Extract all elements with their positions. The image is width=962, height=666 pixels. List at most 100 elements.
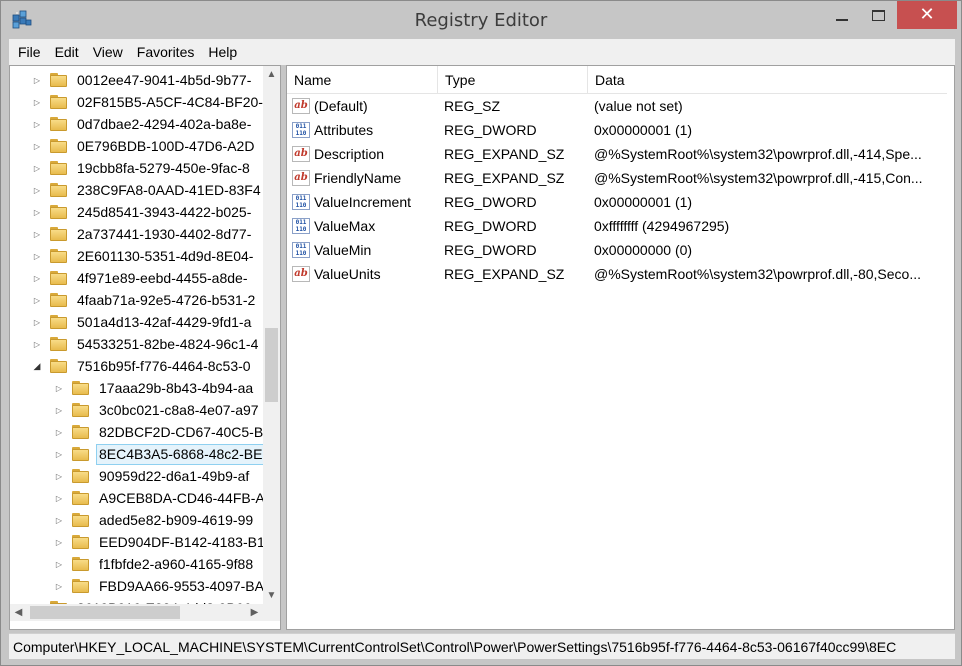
- list-header: Name Type Data: [287, 66, 947, 94]
- menu-favorites[interactable]: Favorites: [130, 39, 202, 65]
- value-row[interactable]: 011 110 ValueIncrement REG_DWORD 0x00000001…: [287, 190, 947, 214]
- value-name: ValueIncrement: [314, 194, 412, 210]
- tree-item[interactable]: ▷ f1fbfde2-a960-4165-9f88: [10, 553, 263, 575]
- title-bar[interactable]: Registry Editor ✕: [1, 1, 961, 39]
- expand-arrow-icon[interactable]: ▷: [32, 311, 42, 333]
- expand-arrow-icon[interactable]: ▷: [54, 399, 64, 421]
- tree-item[interactable]: ▷ 4faab71a-92e5-4726-b531-2: [10, 289, 263, 311]
- menu-edit[interactable]: Edit: [48, 39, 86, 65]
- value-row[interactable]: ab ValueUnits REG_EXPAND_SZ @%SystemRoot%\s…: [287, 262, 947, 286]
- value-row[interactable]: ab FriendlyName REG_EXPAND_SZ @%SystemRoot%…: [287, 166, 947, 190]
- expand-arrow-icon[interactable]: ▷: [54, 531, 64, 553]
- tree-item[interactable]: ◢ 7516b95f-f776-4464-8c53-0: [10, 355, 263, 377]
- value-row[interactable]: 011 110 ValueMin REG_DWORD 0x00000000 (0): [287, 238, 947, 262]
- value-type-cell: REG_DWORD: [444, 194, 537, 210]
- scroll-up-icon[interactable]: ▲: [263, 66, 280, 83]
- folder-icon: [72, 469, 90, 483]
- tree-item[interactable]: ▷ EED904DF-B142-4183-B1: [10, 531, 263, 553]
- tree-item[interactable]: ▷8619B916-E004-4dd8-9B66-: [10, 597, 263, 604]
- tree-item[interactable]: ▷ 4f971e89-eebd-4455-a8de-: [10, 267, 263, 289]
- folder-icon: [50, 249, 68, 263]
- folder-icon: [50, 227, 68, 241]
- tree-item[interactable]: ▷ 238C9FA8-0AAD-41ED-83F4: [10, 179, 263, 201]
- tree-item[interactable]: ▷ 501a4d13-42af-4429-9fd1-a: [10, 311, 263, 333]
- value-name-cell: 011 110 ValueMin: [287, 242, 438, 258]
- expand-arrow-icon[interactable]: ▷: [54, 575, 64, 597]
- scroll-right-icon[interactable]: ▶: [246, 604, 263, 621]
- expand-arrow-icon[interactable]: ▷: [32, 289, 42, 311]
- tree-item[interactable]: ▷ 17aaa29b-8b43-4b94-aa: [10, 377, 263, 399]
- string-value-icon: ab: [292, 170, 310, 186]
- tree-item-label: f1fbfde2-a960-4165-9f88: [99, 555, 254, 572]
- expand-arrow-icon[interactable]: ▷: [32, 91, 42, 113]
- expand-arrow-icon[interactable]: ▷: [54, 377, 64, 399]
- value-row[interactable]: ab Description REG_EXPAND_SZ @%SystemRoot%\…: [287, 142, 947, 166]
- tree-item[interactable]: ▷ A9CEB8DA-CD46-44FB-A: [10, 487, 263, 509]
- close-button[interactable]: ✕: [897, 1, 957, 29]
- tree-item[interactable]: ▷ 2E601130-5351-4d9d-8E04-: [10, 245, 263, 267]
- expand-arrow-icon[interactable]: ▷: [54, 443, 64, 465]
- tree-vertical-scroll-thumb[interactable]: [265, 328, 278, 402]
- expand-arrow-icon[interactable]: ▷: [54, 487, 64, 509]
- value-data-cell: (value not set): [594, 98, 683, 114]
- menu-help[interactable]: Help: [201, 39, 244, 65]
- value-name-cell: ab (Default): [287, 98, 438, 114]
- expand-arrow-icon[interactable]: ▷: [32, 333, 42, 355]
- expand-arrow-icon[interactable]: ▷: [32, 135, 42, 157]
- maximize-button[interactable]: [861, 1, 895, 29]
- scroll-down-icon[interactable]: ▼: [263, 587, 280, 604]
- expand-arrow-icon[interactable]: ▷: [54, 553, 64, 575]
- binary-value-icon: 011 110: [292, 194, 310, 210]
- binary-value-icon: 011 110: [292, 218, 310, 234]
- tree-item[interactable]: ▷ FBD9AA66-9553-4097-BA: [10, 575, 263, 597]
- tree-item[interactable]: ▷ 2a737441-1930-4402-8d77-: [10, 223, 263, 245]
- column-header-type[interactable]: Type: [438, 66, 588, 94]
- tree-horizontal-scroll-thumb[interactable]: [30, 606, 180, 619]
- folder-icon: [50, 73, 68, 87]
- tree-item-label: A9CEB8DA-CD46-44FB-A: [99, 489, 263, 506]
- expand-arrow-icon[interactable]: ▷: [54, 509, 64, 531]
- expand-arrow-icon[interactable]: ▷: [32, 69, 42, 91]
- expand-arrow-icon[interactable]: ▷: [32, 223, 42, 245]
- menu-file[interactable]: File: [11, 39, 48, 65]
- tree-item-selected[interactable]: ▷ 8EC4B3A5-6868-48c2-BE: [10, 443, 263, 465]
- tree-item[interactable]: ▷ 82DBCF2D-CD67-40C5-B: [10, 421, 263, 443]
- tree-item[interactable]: ▷ 3c0bc021-c8a8-4e07-a97: [10, 399, 263, 421]
- registry-editor-window: Registry Editor ✕ File Edit View Favorit…: [0, 0, 962, 666]
- column-header-name[interactable]: Name: [287, 66, 438, 94]
- folder-icon: [72, 425, 90, 439]
- tree-item[interactable]: ▷ 0d7dbae2-4294-402a-ba8e-: [10, 113, 263, 135]
- tree-item[interactable]: ▷ 0E796BDB-100D-47D6-A2D: [10, 135, 263, 157]
- tree-item[interactable]: ▷ 0012ee47-9041-4b5d-9b77-: [10, 69, 263, 91]
- tree-item[interactable]: ▷ 19cbb8fa-5279-450e-9fac-8: [10, 157, 263, 179]
- expand-arrow-icon[interactable]: ▷: [32, 157, 42, 179]
- value-name-cell: ab Description: [287, 146, 438, 162]
- expand-arrow-icon[interactable]: ▷: [54, 421, 64, 443]
- value-row[interactable]: 011 110 ValueMax REG_DWORD 0xffffffff (4294…: [287, 214, 947, 238]
- expand-arrow-icon[interactable]: ▷: [32, 113, 42, 135]
- tree-item-label: 0E796BDB-100D-47D6-A2D: [77, 137, 255, 154]
- expand-arrow-icon[interactable]: ▷: [54, 465, 64, 487]
- expand-arrow-icon[interactable]: ▷: [32, 179, 42, 201]
- value-row[interactable]: ab (Default) REG_SZ (value not set): [287, 94, 947, 118]
- expand-arrow-icon[interactable]: ▷: [32, 267, 42, 289]
- tree-vertical-scrollbar[interactable]: ▲ ▼: [263, 66, 280, 604]
- collapse-arrow-icon[interactable]: ◢: [32, 355, 42, 377]
- expand-arrow-icon[interactable]: ▷: [32, 597, 42, 605]
- tree-item[interactable]: ▷ aded5e82-b909-4619-99: [10, 509, 263, 531]
- minimize-icon: [836, 19, 848, 21]
- tree-item[interactable]: ▷ 245d8541-3943-4422-b025-: [10, 201, 263, 223]
- tree-item[interactable]: ▷ 90959d22-d6a1-49b9-af: [10, 465, 263, 487]
- tree-item[interactable]: ▷ 54533251-82be-4824-96c1-4: [10, 333, 263, 355]
- column-header-data[interactable]: Data: [588, 66, 947, 94]
- key-tree-pane: ▷ 0012ee47-9041-4b5d-9b77- ▷ 02F815B5-A5CF-…: [9, 65, 281, 630]
- value-row[interactable]: 011 110 Attributes REG_DWORD 0x00000001 (1): [287, 118, 947, 142]
- key-tree: ▷ 0012ee47-9041-4b5d-9b77- ▷ 02F815B5-A5CF-…: [10, 66, 263, 604]
- tree-horizontal-scrollbar[interactable]: ◀ ▶: [10, 604, 263, 621]
- expand-arrow-icon[interactable]: ▷: [32, 201, 42, 223]
- expand-arrow-icon[interactable]: ▷: [32, 245, 42, 267]
- menu-view[interactable]: View: [86, 39, 130, 65]
- minimize-button[interactable]: [825, 1, 859, 29]
- tree-item[interactable]: ▷ 02F815B5-A5CF-4C84-BF20-: [10, 91, 263, 113]
- scroll-left-icon[interactable]: ◀: [10, 604, 27, 621]
